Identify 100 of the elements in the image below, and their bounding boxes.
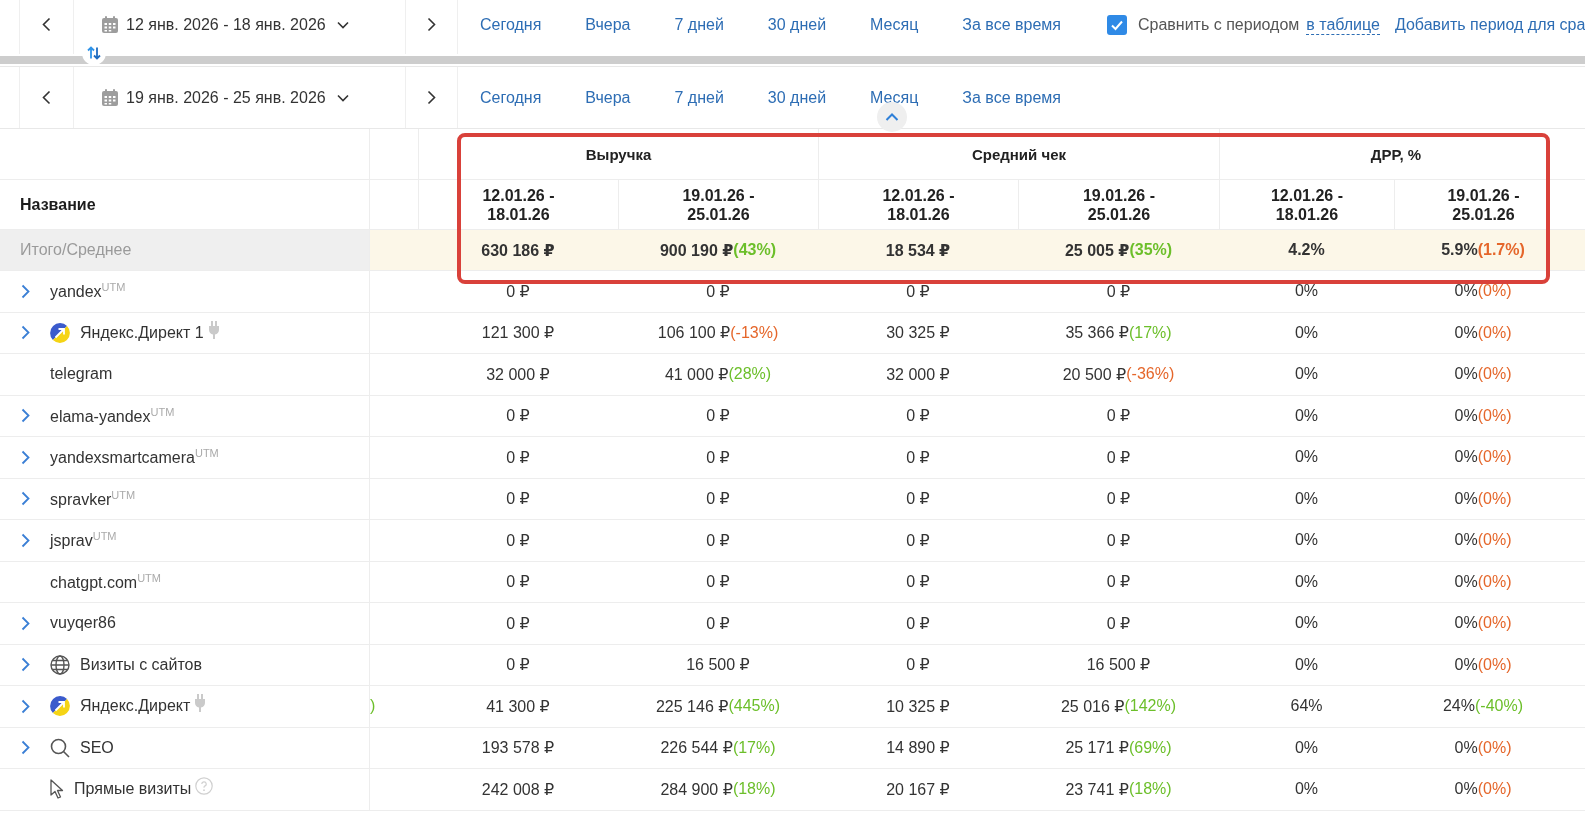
metric-value: 0% — [1294, 780, 1319, 799]
metric-value: 0% — [1294, 738, 1319, 757]
metric-value: 0 ₽ — [506, 530, 530, 550]
expand-chevron-icon[interactable] — [21, 449, 30, 465]
expand-chevron-icon[interactable] — [21, 283, 30, 299]
metric-value: 193 578 ₽ — [481, 738, 555, 758]
period-column-header: 19.01.26 - 25.01.26 — [681, 185, 756, 224]
change-percent: (0%) — [1477, 489, 1512, 508]
change-percent: (0%) — [1477, 780, 1512, 799]
plug-icon — [207, 320, 220, 339]
metric-value: 30 325 ₽ — [886, 323, 950, 343]
chevron-left-icon[interactable] — [42, 17, 51, 32]
metric-value: 0 ₽ — [506, 489, 530, 509]
change-percent: (142%) — [1124, 697, 1177, 716]
period-column-header: 12.01.26 - 18.01.26 — [881, 185, 956, 224]
source-logo-icon — [50, 322, 70, 343]
period-column-header: 19.01.26 - 25.01.26 — [1446, 185, 1521, 224]
compare-checkbox[interactable] — [1107, 14, 1127, 35]
metric-value: 0 ₽ — [506, 281, 530, 301]
expand-chevron-icon[interactable] — [21, 325, 30, 341]
metric-value: 0% — [1294, 323, 1319, 342]
metric-value: 0% — [1294, 655, 1319, 674]
metric-value: 20 167 ₽ — [886, 779, 950, 799]
metric-value: 0 ₽ — [906, 447, 930, 467]
metric-value: 25 171 ₽ — [1065, 738, 1129, 758]
chevron-right-icon[interactable] — [427, 17, 436, 32]
period-preset-link[interactable]: Вчера — [585, 15, 631, 34]
expand-chevron-icon[interactable] — [21, 657, 30, 673]
metric-value: 41 300 ₽ — [486, 696, 550, 716]
change-percent: (0%) — [1477, 531, 1512, 550]
period-column-header: 12.01.26 - 18.01.26 — [481, 185, 556, 224]
change-percent: (0%) — [1477, 614, 1512, 633]
chevron-down-icon[interactable] — [336, 20, 349, 29]
change-percent: (0%) — [1477, 738, 1512, 757]
expand-chevron-icon[interactable] — [21, 698, 30, 714]
source-name: Визиты с сайтов — [80, 655, 202, 674]
period-preset-link[interactable]: Вчера — [585, 88, 631, 107]
expand-chevron-icon[interactable] — [21, 615, 30, 631]
metric-value: 0% — [1454, 282, 1478, 301]
metric-value: 0% — [1454, 572, 1478, 591]
metric-value: 0% — [1454, 406, 1478, 425]
metric-value: 0 ₽ — [706, 447, 730, 467]
period-column-header: 12.01.26 - 18.01.26 — [1269, 185, 1345, 224]
metric-value: 0 ₽ — [906, 655, 930, 675]
period-preset-link[interactable]: Месяц — [870, 15, 919, 34]
source-name: yandex$^{UTM}$ — [50, 281, 126, 302]
chevron-right-icon[interactable] — [427, 90, 436, 105]
expand-chevron-icon[interactable] — [21, 408, 30, 424]
metric-value: 0 ₽ — [906, 613, 930, 633]
source-name: Яндекс.Директ — [80, 697, 191, 716]
table-mode-link[interactable]: в таблице — [1306, 14, 1380, 35]
period-preset-link[interactable]: 7 дней — [674, 15, 724, 34]
metric-value: 106 100 ₽ — [657, 323, 731, 343]
add-period-link[interactable]: Добавить период для сра — [1394, 15, 1585, 34]
metric-value: 4.2% — [1288, 241, 1325, 259]
calendar-icon — [102, 89, 118, 106]
metric-value: 0 ₽ — [906, 572, 930, 592]
column-group-header: ДРР, % — [1219, 129, 1572, 179]
source-name: jsprav$^{UTM}$ — [50, 530, 117, 551]
metric-value: 242 008 ₽ — [481, 779, 555, 799]
change-percent: (28%) — [728, 365, 772, 384]
date-range-picker[interactable]: 19 янв. 2026 - 25 янв. 2026 — [74, 67, 406, 128]
period-preset-link[interactable]: Сегодня — [480, 15, 542, 34]
period-preset-link[interactable]: За все время — [962, 15, 1061, 34]
source-name: chatgpt.com$^{UTM}$ — [50, 571, 161, 592]
change-percent: (445%) — [728, 697, 780, 716]
source-name: vuyqer86 — [50, 614, 116, 633]
chevron-left-icon[interactable] — [42, 90, 51, 105]
period-preset-link[interactable]: Месяц — [870, 88, 919, 107]
metric-value: 20 500 ₽ — [1062, 364, 1127, 384]
cursor-icon — [50, 779, 64, 800]
metric-value: 0% — [1294, 489, 1319, 508]
period-preset-link[interactable]: 30 дней — [767, 15, 827, 34]
expand-chevron-icon[interactable] — [21, 532, 30, 548]
period-preset-link[interactable]: 7 дней — [674, 88, 724, 107]
metric-value: 0 ₽ — [906, 530, 930, 550]
period-preset-link[interactable]: 30 дней — [767, 88, 827, 107]
metric-value: 0% — [1294, 531, 1319, 550]
metric-value: 35 366 ₽ — [1065, 323, 1129, 343]
clipped-value: ) — [370, 697, 376, 716]
expand-chevron-icon[interactable] — [21, 491, 30, 507]
metric-value: 284 900 ₽ — [660, 779, 733, 799]
metric-value: 5.9% — [1441, 241, 1478, 259]
change-percent: (-40%) — [1475, 697, 1523, 716]
expand-chevron-icon[interactable] — [21, 740, 30, 756]
change-percent: (1.7%) — [1477, 241, 1525, 259]
metric-value: 16 500 ₽ — [686, 655, 750, 675]
metric-value: 32 000 ₽ — [486, 364, 550, 384]
metric-value: 0% — [1454, 531, 1478, 550]
metric-value: 0% — [1454, 323, 1478, 342]
chevron-down-icon[interactable] — [336, 93, 349, 102]
change-percent: (18%) — [1128, 780, 1172, 799]
metric-value: 0% — [1294, 614, 1319, 633]
metric-value: 0% — [1454, 365, 1478, 384]
metric-value: 0% — [1454, 780, 1478, 799]
metric-value: 0% — [1294, 448, 1319, 467]
metric-value: 0 ₽ — [906, 406, 930, 426]
period-preset-link[interactable]: Сегодня — [480, 88, 542, 107]
name-column-header: Название — [0, 180, 370, 229]
period-preset-link[interactable]: За все время — [962, 88, 1061, 107]
